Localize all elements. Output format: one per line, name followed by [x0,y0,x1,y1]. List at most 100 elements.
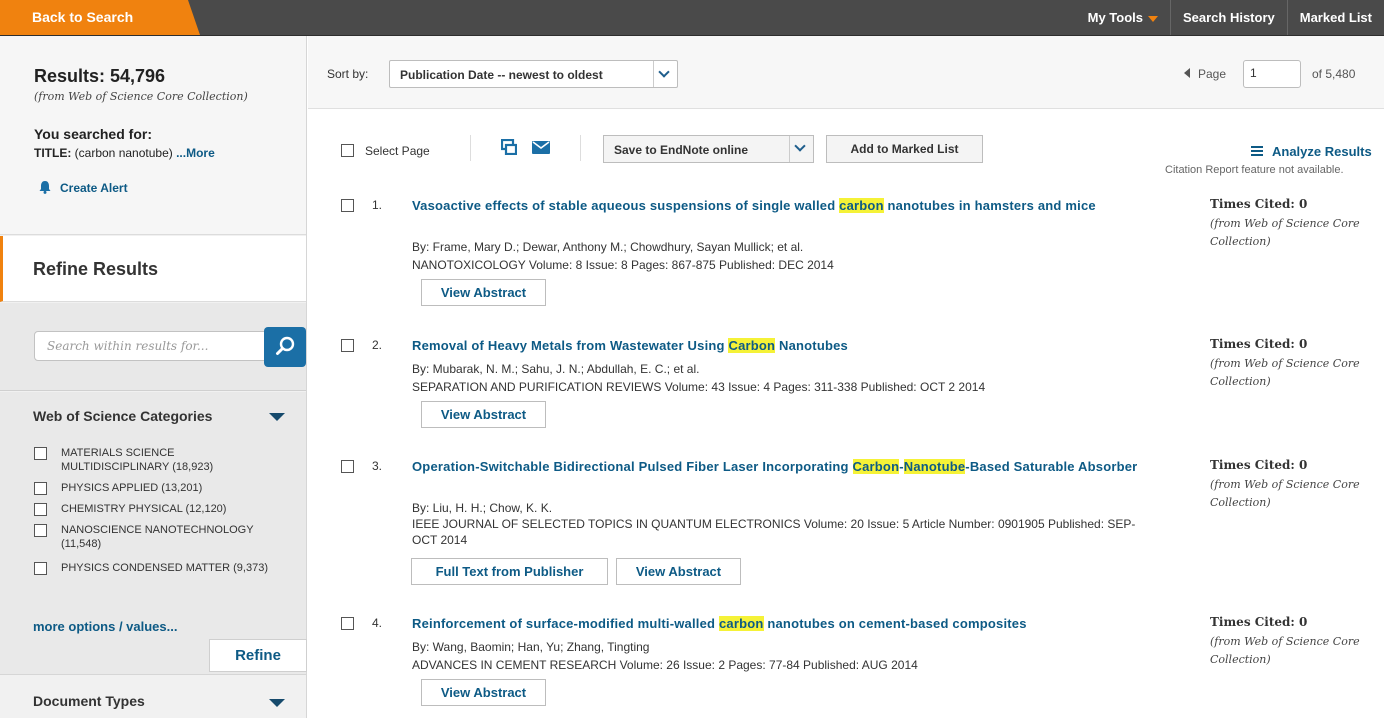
endnote-dropdown-button[interactable] [789,136,813,162]
record-title-link[interactable]: Reinforcement of surface-modified multi-… [412,615,1182,633]
create-alert-link[interactable]: Create Alert [38,180,128,195]
category-label: PHYSICS CONDENSED MATTER (9,373) [61,562,269,574]
categories-toggle-icon[interactable] [269,413,285,421]
page-number-input[interactable]: 1 [1243,60,1301,88]
record-number: 4. [372,616,383,630]
record-checkbox[interactable] [341,460,354,473]
record-source: SEPARATION AND PURIFICATION REVIEWS Volu… [412,380,986,394]
chevron-down-icon [658,66,670,78]
view-abstract-button[interactable]: View Abstract [616,558,741,585]
searched-for-label: You searched for: [34,126,152,142]
category-label: PHYSICS APPLIED (13,201) [61,482,203,494]
category-item[interactable]: MATERIALS SCIENCE MULTIDISCIPLINARY (18,… [34,446,274,474]
record-checkbox[interactable] [341,617,354,630]
top-nav-links: My Tools Search History Marked List [1076,0,1384,35]
times-cited-source: (from Web of Science Core Collection) [1210,478,1360,509]
sort-bar: Sort by: Publication Date -- newest to o… [308,36,1384,109]
result-record: 2. Removal of Heavy Metals from Wastewat… [308,337,1384,432]
query-field: TITLE: [34,146,72,160]
results-source-note: (from Web of Science Core Collection) [34,90,248,103]
record-title-link[interactable]: Removal of Heavy Metals from Wastewater … [412,337,1182,355]
record-checkbox[interactable] [341,339,354,352]
print-icon[interactable] [501,139,517,155]
record-number: 1. [372,198,383,212]
times-cited: Times Cited: 0 [1210,615,1308,629]
chevron-down-icon [1147,15,1158,22]
category-item[interactable]: NANOSCIENCE NANOTECHNOLOGY (11,548) [34,523,274,551]
document-types-panel: Document Types [0,674,306,718]
back-to-search-button[interactable]: Back to Search [0,0,200,35]
record-number: 3. [372,459,383,473]
select-page-checkbox[interactable]: Select Page [341,144,430,158]
document-types-toggle-icon[interactable] [269,699,285,707]
more-options-link[interactable]: more options / values... [33,619,177,634]
create-alert-label: Create Alert [60,181,128,195]
search-query: TITLE: (carbon nanotube) ...More [34,146,215,160]
top-navigation-bar: Back to Search My Tools Search History M… [0,0,1384,36]
divider [470,135,471,161]
email-icon[interactable] [532,141,550,154]
category-checkbox[interactable] [34,562,47,575]
record-title-link[interactable]: Vasoactive effects of stable aqueous sus… [412,197,1182,215]
citation-report-note: Citation Report feature not available. [1165,164,1344,176]
more-query-link[interactable]: ...More [176,146,215,160]
refine-results-header: Refine Results [0,236,306,302]
result-record: 1. Vasoactive effects of stable aqueous … [308,197,1384,312]
title-text: Vasoactive effects of stable aqueous sus… [412,198,840,213]
page-label: Page [1198,67,1227,81]
category-item[interactable]: CHEMISTRY PHYSICAL (12,120) [34,502,274,516]
search-term-highlight: Carbon [852,459,900,474]
search-term-highlight: carbon [719,616,764,631]
sort-select[interactable]: Publication Date -- newest to oldest [389,60,678,88]
search-within-panel: Search within results for... [0,303,306,391]
page-total: of 5,480 [1312,67,1356,81]
record-source: IEEE JOURNAL OF SELECTED TOPICS IN QUANT… [412,517,1136,547]
category-checkbox[interactable] [34,447,47,460]
my-tools-menu[interactable]: My Tools [1076,0,1170,35]
view-abstract-button[interactable]: View Abstract [421,401,546,428]
sort-dropdown-button[interactable] [653,61,677,87]
category-label: CHEMISTRY PHYSICAL (12,120) [61,503,227,515]
search-within-input[interactable]: Search within results for... [34,331,266,361]
title-text: Nanotubes [775,338,848,353]
search-icon [276,336,295,355]
previous-page-icon[interactable] [1184,68,1190,78]
view-abstract-button[interactable]: View Abstract [421,679,546,706]
results-summary: Results: 54,796 (from Web of Science Cor… [0,36,306,235]
my-tools-label: My Tools [1087,10,1143,25]
record-authors: By: Wang, Baomin; Han, Yu; Zhang, Tingti… [412,640,650,654]
times-cited: Times Cited: 0 [1210,197,1308,211]
category-checkbox[interactable] [34,482,47,495]
analyze-results-link[interactable]: Analyze Results [1251,144,1372,159]
category-item[interactable]: PHYSICS APPLIED (13,201) [34,481,274,495]
add-to-marked-list-button[interactable]: Add to Marked List [826,135,983,163]
result-record: 3. Operation-Switchable Bidirectional Pu… [308,458,1384,588]
refine-results-title: Refine Results [33,259,159,279]
select-page-label: Select Page [365,144,430,158]
title-text: nanotubes in hamsters and mice [883,198,1096,213]
full-text-from-publisher-button[interactable]: Full Text from Publisher [411,558,608,585]
title-text: Removal of Heavy Metals from Wastewater … [412,338,729,353]
search-term-highlight: carbon [839,198,884,213]
record-checkbox[interactable] [341,199,354,212]
select-page-box[interactable] [341,144,354,157]
main-content: Sort by: Publication Date -- newest to o… [308,36,1384,718]
search-within-button[interactable] [264,327,306,367]
category-item[interactable]: PHYSICS CONDENSED MATTER (9,373) [34,561,274,575]
times-cited: Times Cited: 0 [1210,458,1308,472]
marked-list-link[interactable]: Marked List [1286,0,1384,35]
category-checkbox[interactable] [34,524,47,537]
category-checkbox[interactable] [34,503,47,516]
search-term-highlight: Nanotube [903,459,966,474]
results-count: Results: 54,796 [34,66,166,86]
refine-button[interactable]: Refine [209,639,307,672]
view-abstract-button[interactable]: View Abstract [421,279,546,306]
sidebar: Results: 54,796 (from Web of Science Cor… [0,36,307,718]
record-title-link[interactable]: Operation-Switchable Bidirectional Pulse… [412,458,1182,476]
results-toolbar: Select Page Save to EndNote online Add t… [308,131,1384,179]
title-text: Operation-Switchable Bidirectional Pulse… [412,459,853,474]
search-history-link[interactable]: Search History [1169,0,1287,35]
analyze-results-label: Analyze Results [1272,144,1372,159]
query-value: (carbon nanotube) [74,146,173,160]
save-to-endnote-button[interactable]: Save to EndNote online [603,135,814,163]
